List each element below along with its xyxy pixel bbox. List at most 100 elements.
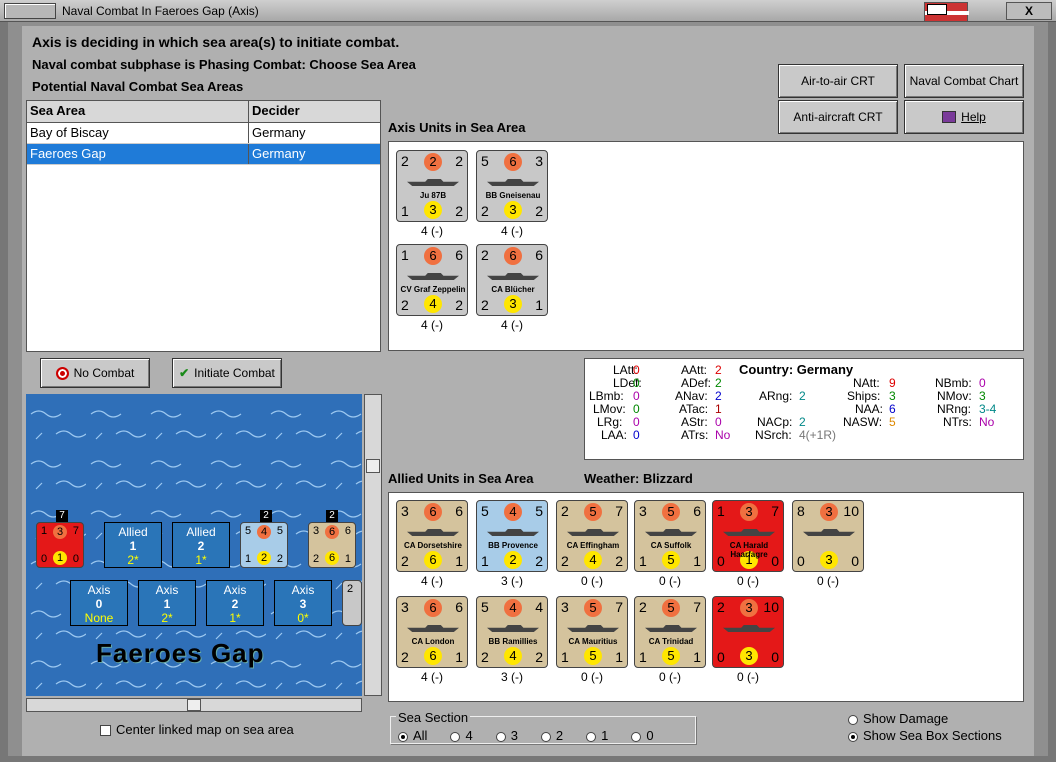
stat-nasw: NASW: xyxy=(843,415,883,429)
allied-unit-counter[interactable]: 3 7 1 1 5 5 CA Mauritius xyxy=(556,596,628,668)
scroll-thumb[interactable] xyxy=(187,699,201,711)
axis-units-label: Axis Units in Sea Area xyxy=(388,120,526,135)
box-title: Axis xyxy=(87,583,111,597)
allied-unit-counter[interactable]: 5 4 2 2 4 4 BB Ramillies xyxy=(476,596,548,668)
stat-atac-value: 1 xyxy=(715,402,722,416)
option-label: 2 xyxy=(555,728,564,743)
unit-status: 4 (-) xyxy=(421,318,443,332)
map-counter-axis-partial[interactable]: 2 xyxy=(342,580,362,626)
radio-icon xyxy=(848,731,858,742)
stat-nmov-value: 3 xyxy=(979,389,986,403)
defense-value: 5 xyxy=(662,551,680,569)
show-sea-box-option[interactable]: Show Sea Box Sections xyxy=(848,728,1002,743)
center-linked-checkbox-row[interactable]: Center linked map on sea area xyxy=(100,722,294,737)
show-damage-option[interactable]: Show Damage xyxy=(848,711,948,726)
allied-unit-counter[interactable]: 3 6 2 1 6 6 CA London xyxy=(396,596,468,668)
stat-atrs-value: No xyxy=(715,428,731,442)
axis-unit-counter[interactable]: 2 6 2 1 6 3 CA Blücher xyxy=(476,244,548,316)
defense-value: 6 xyxy=(424,551,442,569)
sea-section-2[interactable]: 2 xyxy=(540,728,564,743)
defense-value: 5 xyxy=(662,647,680,665)
option-label: 1 xyxy=(601,728,609,743)
sea-section-1[interactable]: 1 xyxy=(586,728,608,743)
allied-unit-counter[interactable]: 2 7 1 1 5 5 CA Trinidad xyxy=(634,596,706,668)
allied-unit-counter[interactable]: 5 5 1 2 4 2 BB Provence xyxy=(476,500,548,572)
axis-box-3[interactable]: Axis 3 0* xyxy=(274,580,332,626)
unit-name: Ju 87B xyxy=(419,191,447,200)
map-counter-provence[interactable]: 554122 xyxy=(240,522,288,568)
unit-status: 4 (-) xyxy=(421,670,443,684)
anti-aircraft-crt-button[interactable]: Anti-aircraft CRT xyxy=(778,100,898,134)
ship-silhouette-icon xyxy=(645,529,697,536)
stat-nasw-value: 5 xyxy=(889,415,896,429)
allied-unit-counter[interactable]: 2 10 0 0 3 3 xyxy=(712,596,784,668)
box-status: 1* xyxy=(229,611,241,625)
no-combat-button[interactable]: No Combat xyxy=(40,358,150,388)
sea-section-3[interactable]: 3 xyxy=(495,728,518,743)
radio-icon xyxy=(631,731,642,742)
counter-value: 2 xyxy=(615,553,623,569)
counter-value: 1 xyxy=(615,649,623,665)
map-counter-london[interactable]: 366216 xyxy=(308,522,356,568)
option-label: 4 xyxy=(465,728,473,743)
stat-nmov: NMov: xyxy=(937,389,972,403)
initiate-combat-button[interactable]: ✔ Initiate Combat xyxy=(172,358,282,388)
system-menu-button[interactable] xyxy=(4,3,56,19)
counter-value: 5 xyxy=(481,599,489,615)
map-horizontal-scrollbar[interactable] xyxy=(26,698,362,712)
allied-box-2[interactable]: Allied 2 1* xyxy=(172,522,230,568)
stat-nbmb-value: 0 xyxy=(979,376,986,390)
checkbox[interactable] xyxy=(100,725,111,737)
counter-value: 2 xyxy=(455,153,463,169)
defense-value: 3 xyxy=(424,201,442,219)
option-label: All xyxy=(413,728,428,743)
allied-unit-counter[interactable]: 3 6 2 1 6 6 CA Dorsetshire xyxy=(396,500,468,572)
close-button[interactable]: X xyxy=(1006,2,1052,20)
sea-section-4[interactable]: 4 xyxy=(450,728,473,743)
table-row-selected[interactable]: Faeroes Gap Germany xyxy=(27,144,380,165)
unit-status: 0 (-) xyxy=(581,574,603,588)
radio-icon xyxy=(495,731,506,742)
help-button[interactable]: Help xyxy=(904,100,1024,134)
cell-area: Faeroes Gap xyxy=(27,144,249,164)
allied-unit-counter[interactable]: 8 10 0 0 3 3 xyxy=(792,500,864,572)
stat-astr-value: 0 xyxy=(715,415,722,429)
show-boxes-label: Show Sea Box Sections xyxy=(863,728,1002,743)
axis-unit-counter[interactable]: 5 3 2 2 6 3 BB Gneisenau xyxy=(476,150,548,222)
scroll-thumb[interactable] xyxy=(366,459,380,473)
axis-box-0[interactable]: Axis 0 None xyxy=(70,580,128,626)
ship-silhouette-icon xyxy=(723,529,775,536)
air-to-air-crt-button[interactable]: Air-to-air CRT xyxy=(778,64,898,98)
axis-unit-counter[interactable]: 1 6 2 2 6 4 CV Graf Zeppelin xyxy=(396,244,468,316)
table-row[interactable]: Bay of Biscay Germany xyxy=(27,123,380,144)
axis-unit-counter[interactable]: 2 2 1 2 2 3 Ju 87B xyxy=(396,150,468,222)
sea-section-0[interactable]: 0 xyxy=(631,728,654,743)
stat-natt-value: 9 xyxy=(889,376,896,390)
stack-count: 7 xyxy=(56,510,68,522)
allied-box-1[interactable]: Allied 1 2* xyxy=(104,522,162,568)
map-counter-harald[interactable]: 173001 xyxy=(36,522,84,568)
map-vertical-scrollbar[interactable] xyxy=(364,394,382,696)
counter-value: 6 xyxy=(455,247,463,263)
allied-unit-counter[interactable]: 1 7 0 0 3 1 CA Harald Haarfagre xyxy=(712,500,784,572)
counter-value: 2 xyxy=(481,247,489,263)
ship-silhouette-icon xyxy=(645,625,697,632)
unit-status: 0 (-) xyxy=(659,670,681,684)
box-title: Axis xyxy=(223,583,247,597)
axis-box-2[interactable]: Axis 2 1* xyxy=(206,580,264,626)
ship-silhouette-icon xyxy=(487,529,539,536)
attack-value: 3 xyxy=(740,599,758,617)
naval-combat-chart-button[interactable]: Naval Combat Chart xyxy=(904,64,1024,98)
attack-value: 3 xyxy=(740,503,758,521)
axis-box-1[interactable]: Axis 1 2* xyxy=(138,580,196,626)
sea-section-all[interactable]: All xyxy=(398,728,427,743)
unit-stats-panel: LAtt: 0 LDef: 0 LBmb: 0 LMov: 0 LRg: 0 LAA: 0 … xyxy=(584,358,1024,460)
sea-area-map[interactable]: 173001 7 Allied 1 2* Allied 2 1* 554122 3662… xyxy=(26,394,362,696)
unit-name: CA Dorsetshire xyxy=(404,541,462,550)
ship-silhouette-icon xyxy=(803,529,855,536)
stat-aatt-value: 2 xyxy=(715,363,722,377)
allied-unit-counter[interactable]: 2 7 2 2 5 4 CA Effingham xyxy=(556,500,628,572)
col-sea-area: Sea Area xyxy=(27,101,249,122)
counter-value: 1 xyxy=(455,553,463,569)
allied-unit-counter[interactable]: 3 6 1 1 5 5 CA Suffolk xyxy=(634,500,706,572)
